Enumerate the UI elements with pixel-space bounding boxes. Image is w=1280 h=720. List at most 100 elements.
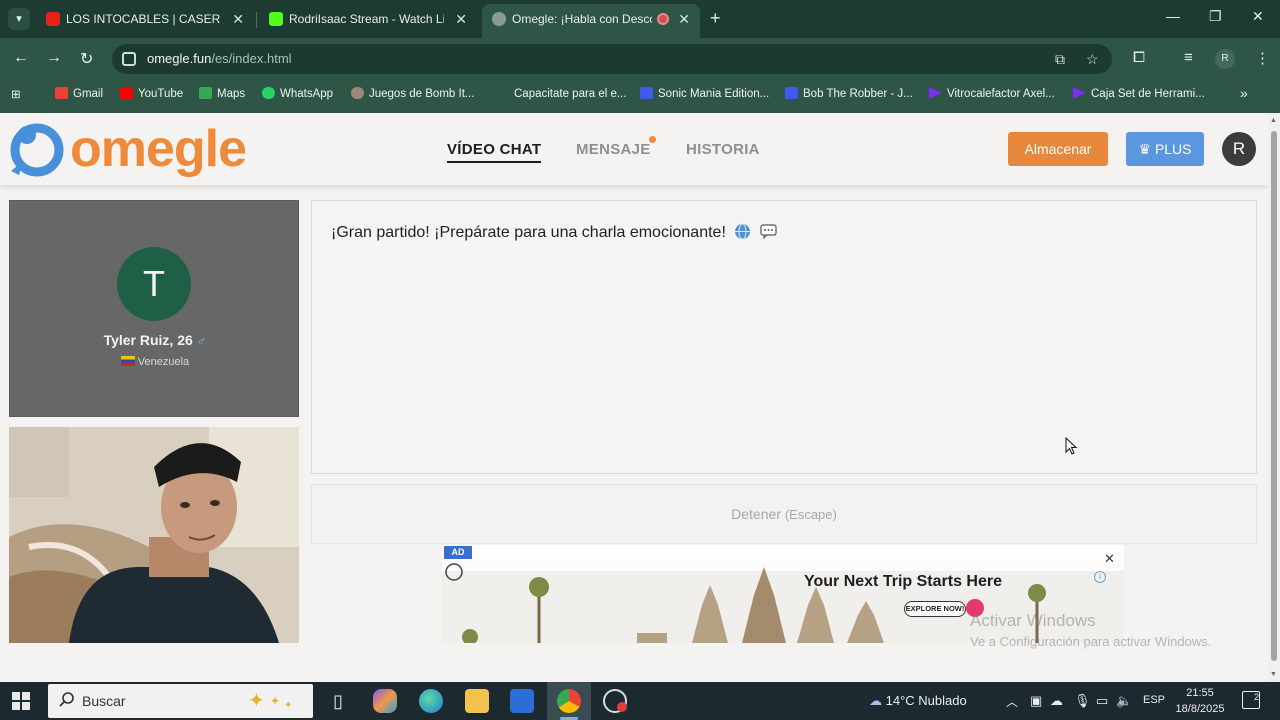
address-bar[interactable]: omegle.fun/es/index.html ⧉ ☆ [112, 44, 1112, 74]
apps-grid-icon[interactable]: ⊞ [11, 87, 21, 101]
file-explorer-icon[interactable] [465, 689, 489, 713]
close-window-button[interactable]: ✕ [1252, 8, 1264, 25]
tab-rodriisaac-stream[interactable]: RodriIsaac Stream - Watch Live ✕ [259, 4, 477, 34]
bookmark-youtube[interactable]: YouTube [120, 87, 183, 100]
gmail-icon [55, 87, 68, 99]
recording-badge-icon [617, 702, 627, 712]
self-webcam-video [9, 427, 299, 643]
reload-icon[interactable]: ↻ [80, 49, 93, 69]
bookmark-capacitate[interactable]: Capacitate para el e... [496, 87, 627, 100]
extensions-icon[interactable]: ⧠ [1133, 49, 1145, 66]
nav-historia[interactable]: HISTORIA [686, 141, 760, 158]
tray-chevron-icon[interactable]: ︿ [1006, 693, 1018, 710]
plus-button[interactable]: ♛ PLUS [1126, 132, 1204, 166]
stop-button[interactable]: Detener (Escape) [311, 484, 1257, 544]
nav-video-chat[interactable]: VÍDEO CHAT [447, 141, 542, 163]
bookmark-star-icon[interactable]: ☆ [1086, 51, 1099, 68]
restore-button[interactable]: ❐ [1209, 8, 1222, 25]
bookmark-bob-robber[interactable]: Bob The Robber - J... [785, 87, 913, 100]
whatsapp-icon [262, 87, 275, 99]
page-scrollbar[interactable]: ▲ ▼ [1268, 113, 1280, 682]
tab-title: LOS INTOCABLES | CASERIO TV [66, 12, 221, 26]
site-header: omegle VÍDEO CHAT MENSAJE HISTORIA Almac… [0, 113, 1268, 185]
edge-browser-icon[interactable] [419, 689, 443, 713]
bookmark-gmail[interactable]: Gmail [55, 87, 103, 100]
install-app-icon[interactable]: ⧉ [1055, 51, 1065, 68]
ad-title: Your Next Trip Starts Here [804, 573, 1002, 590]
nav-mensaje[interactable]: MENSAJE [576, 141, 651, 158]
close-icon[interactable]: ✕ [455, 4, 467, 34]
tab-separator [256, 12, 257, 28]
minimize-button[interactable]: — [1166, 8, 1180, 24]
tab-title: RodriIsaac Stream - Watch Live [289, 12, 444, 26]
bookmarks-bar: ⊞ Gmail YouTube Maps WhatsApp Juegos de … [0, 80, 1280, 113]
page-icon [496, 87, 509, 99]
copilot-icon[interactable] [373, 689, 397, 713]
onedrive-cloud-icon[interactable]: ☁ [1050, 693, 1063, 709]
notification-center-icon[interactable]: 2 [1242, 691, 1260, 709]
bookmark-vitrocalefactor[interactable]: Vitrocalefactor Axel... [929, 87, 1055, 100]
ad-cta-button[interactable]: EXPLORE NOW! [904, 601, 966, 617]
store-icon[interactable] [510, 689, 534, 713]
omegle-logo-text[interactable]: omegle [70, 119, 247, 179]
notification-dot [649, 136, 656, 143]
page-content: omegle VÍDEO CHAT MENSAJE HISTORIA Almac… [0, 113, 1268, 682]
forward-icon[interactable]: → [46, 49, 62, 67]
task-view-icon[interactable]: ▯ [326, 689, 350, 713]
url-text[interactable]: omegle.fun/es/index.html [147, 51, 292, 66]
media-controls-icon[interactable]: ≡ [1184, 49, 1193, 66]
tab-los-intocables[interactable]: LOS INTOCABLES | CASERIO TV ✕ [36, 4, 254, 34]
bookmark-sonic[interactable]: Sonic Mania Edition... [640, 87, 769, 100]
youtube-icon [46, 12, 60, 26]
tab-search-button[interactable]: ▾ [8, 8, 30, 30]
arrow-icon [1073, 87, 1086, 99]
stranger-country: Venezuela [10, 356, 300, 368]
omegle-logo-icon[interactable] [9, 123, 65, 177]
globe-icon [735, 223, 751, 240]
microphone-icon[interactable]: 🎙 [1074, 693, 1091, 709]
input-language[interactable]: ESP [1143, 694, 1165, 706]
weather-widget[interactable]: ☁ 14°C Nublado [869, 693, 967, 709]
kick-icon [269, 12, 283, 26]
bookmark-whatsapp[interactable]: WhatsApp [262, 87, 333, 100]
user-avatar[interactable]: R [1222, 132, 1256, 166]
windows-start-icon[interactable] [12, 692, 30, 710]
loading-icon [492, 12, 506, 26]
info-icon[interactable]: i [1094, 571, 1106, 583]
bookmark-caja-set[interactable]: Caja Set de Herrami... [1073, 87, 1205, 100]
close-icon[interactable]: ✕ [678, 4, 690, 34]
scroll-up-icon[interactable]: ▲ [1270, 117, 1277, 124]
back-icon[interactable]: ← [13, 49, 29, 67]
bookmark-maps[interactable]: Maps [199, 87, 245, 100]
scroll-down-icon[interactable]: ▼ [1270, 671, 1277, 678]
ad-close-icon[interactable]: ✕ [1104, 551, 1115, 567]
menu-icon[interactable]: ⋮ [1255, 49, 1270, 67]
speaker-icon[interactable]: 🔈 [1116, 693, 1132, 709]
chat-panel: ¡Gran partido! ¡Prepárate para una charl… [311, 200, 1257, 474]
network-icon[interactable]: ▭ [1096, 693, 1108, 709]
store-button[interactable]: Almacenar [1008, 132, 1108, 166]
taskbar-clock[interactable]: 21:55 18/8/2025 [1168, 685, 1232, 717]
clock-time: 21:55 [1186, 687, 1214, 699]
search-placeholder: Buscar [82, 693, 126, 709]
bookmark-bomb-it[interactable]: Juegos de Bomb It... [351, 87, 474, 100]
close-icon[interactable]: ✕ [232, 4, 244, 34]
tray-device-icon[interactable]: ▣ [1030, 693, 1042, 709]
search-icon [59, 692, 74, 707]
site-info-icon[interactable] [122, 52, 136, 66]
tab-strip: ▾ LOS INTOCABLES | CASERIO TV ✕ RodriIsa… [0, 0, 1280, 38]
new-tab-button[interactable]: + [710, 8, 721, 28]
tab-title: Omegle: ¡Habla con Descon [512, 12, 652, 26]
activation-watermark-text: Ve a Configuración para activar Windows. [970, 634, 1212, 649]
chrome-icon[interactable] [557, 689, 581, 713]
ad-badge: AD [444, 546, 472, 559]
youtube-icon [120, 87, 133, 99]
maps-icon [199, 87, 212, 99]
sparkle-icon: ✦ [284, 700, 293, 711]
webcam-feed-image [9, 427, 299, 643]
more-bookmarks-icon[interactable]: » [1240, 85, 1248, 101]
tab-omegle[interactable]: Omegle: ¡Habla con Descon ✕ [482, 4, 700, 38]
scrollbar-thumb[interactable] [1271, 131, 1277, 661]
taskbar-search[interactable]: Buscar ✦ ✦ ✦ [48, 684, 313, 718]
profile-avatar[interactable]: R [1215, 49, 1235, 69]
